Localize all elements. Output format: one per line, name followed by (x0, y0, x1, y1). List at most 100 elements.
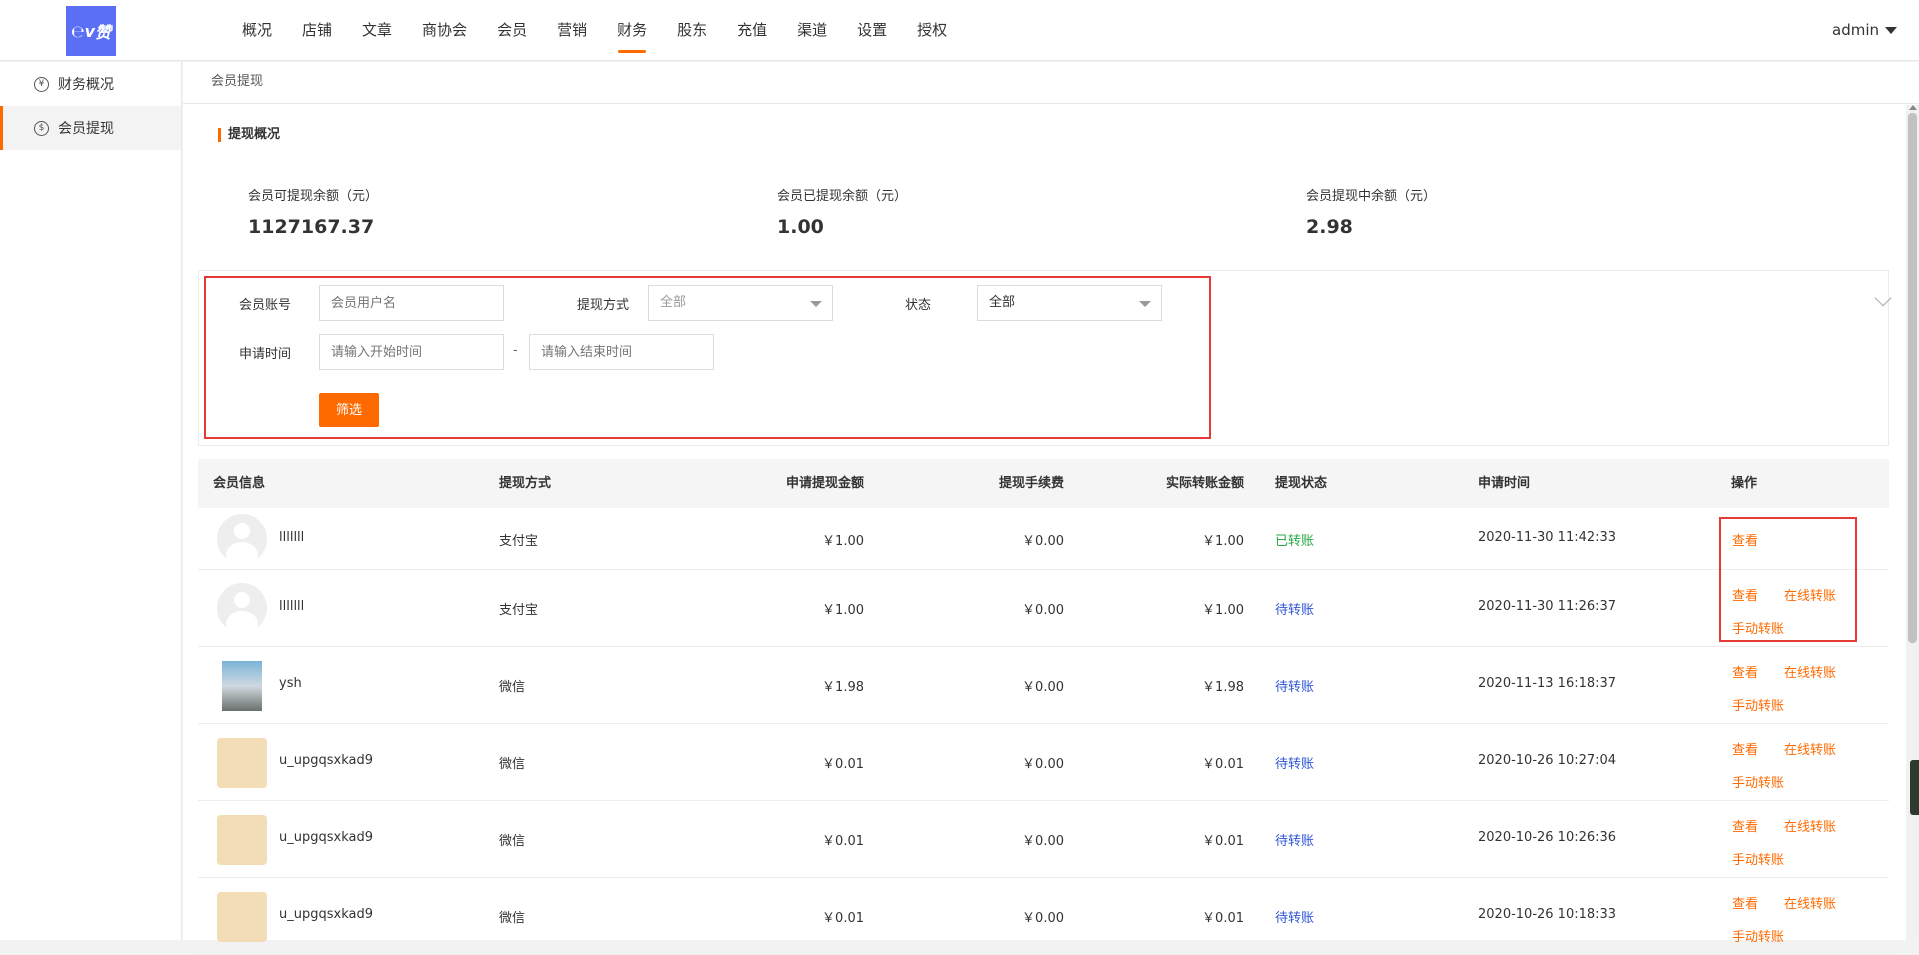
stat-pending: 会员提现中余额（元） 2.98 (1306, 185, 1436, 238)
nav-authorization[interactable]: 授权 (902, 0, 962, 61)
main-content: 会员提现 提现概况 会员可提现余额（元） 1127167.37 会员已提现余额（… (183, 62, 1919, 955)
avatar (217, 892, 267, 942)
col-status: 提现状态 (1275, 476, 1328, 491)
table-row: u_upgqsxkad9 微信 ￥0.01 ￥0.00 ￥0.01 待转账 20… (198, 801, 1889, 878)
chevron-down-icon (1139, 301, 1151, 307)
member-name: u_upgqsxkad9 (279, 753, 373, 768)
nav-channel[interactable]: 渠道 (782, 0, 842, 61)
nav-recharge[interactable]: 充值 (722, 0, 782, 61)
apply-amount: ￥0.01 (822, 834, 864, 849)
nav-store[interactable]: 店铺 (287, 0, 347, 61)
withdraw-method: 支付宝 (499, 603, 539, 618)
user-menu[interactable]: admin (1832, 0, 1897, 61)
caret-down-icon (1885, 27, 1897, 34)
table-row: lllllll 支付宝 ￥1.00 ￥0.00 ￥1.00 待转账 2020-1… (198, 570, 1889, 647)
method-label: 提现方式 (576, 298, 629, 313)
scroll-thumb[interactable] (1908, 113, 1917, 643)
member-name: u_upgqsxkad9 (279, 830, 373, 845)
method-select[interactable]: 全部 (648, 285, 833, 321)
apply-time: 2020-10-26 10:18:33 (1478, 907, 1617, 922)
actual-amount: ￥1.98 (1202, 680, 1244, 695)
col-actions: 操作 (1731, 476, 1758, 491)
side-widget-tab[interactable] (1910, 760, 1919, 815)
stat-available: 会员可提现余额（元） 1127167.37 (248, 185, 378, 238)
nav-association[interactable]: 商协会 (407, 0, 482, 61)
apply-amount: ￥0.01 (822, 911, 864, 926)
col-actual: 实际转账金额 (1165, 476, 1244, 491)
fee: ￥0.00 (1022, 603, 1064, 618)
sidebar-item-label: 财务概况 (58, 77, 114, 93)
section-title: 提现概况 (218, 128, 280, 142)
stat-label: 会员提现中余额（元） (1306, 189, 1437, 204)
status-badge: 待转账 (1275, 757, 1315, 772)
online-transfer-link[interactable]: 在线转账 (1784, 893, 1836, 912)
member-name: u_upgqsxkad9 (279, 907, 373, 922)
account-input[interactable] (319, 285, 504, 321)
avatar (217, 583, 267, 633)
start-time-input[interactable] (319, 334, 504, 370)
apply-time: 2020-10-26 10:27:04 (1478, 753, 1617, 768)
table-header: 会员信息 提现方式 申请提现金额 提现手续费 实际转账金额 提现状态 申请时间 … (198, 459, 1889, 508)
col-time: 申请时间 (1478, 476, 1531, 491)
sidebar-item-finance-overview[interactable]: ¥ 财务概况 (0, 62, 181, 106)
yen-circle-icon: ¥ (34, 76, 49, 92)
nav-marketing[interactable]: 营销 (542, 0, 602, 61)
breadcrumb: 会员提现 (183, 62, 1919, 104)
view-link[interactable]: 查看 (1732, 739, 1758, 758)
stat-withdrawn: 会员已提现余额（元） 1.00 (777, 185, 907, 238)
apply-time: 2020-11-30 11:42:33 (1478, 530, 1617, 545)
actual-amount: ￥0.01 (1202, 911, 1244, 926)
status-select[interactable]: 全部 (977, 285, 1162, 321)
stat-value: 2.98 (1306, 216, 1353, 238)
table-row: u_upgqsxkad9 微信 ￥0.01 ￥0.00 ￥0.01 待转账 20… (198, 724, 1889, 801)
online-transfer-link[interactable]: 在线转账 (1784, 816, 1836, 835)
withdraw-method: 微信 (499, 680, 526, 695)
time-label: 申请时间 (238, 347, 291, 362)
online-transfer-link[interactable]: 在线转账 (1784, 662, 1836, 681)
online-transfer-link[interactable]: 在线转账 (1784, 739, 1836, 758)
stat-label: 会员已提现余额（元） (777, 189, 908, 204)
account-label: 会员账号 (238, 298, 291, 313)
manual-transfer-link[interactable]: 手动转账 (1732, 849, 1784, 868)
nav-shareholder[interactable]: 股东 (662, 0, 722, 61)
fee: ￥0.00 (1022, 757, 1064, 772)
user-name: admin (1832, 21, 1879, 39)
end-time-input[interactable] (529, 334, 714, 370)
apply-time: 2020-10-26 10:26:36 (1478, 830, 1617, 845)
withdraw-method: 微信 (499, 911, 526, 926)
top-bar: ℮v 赞 概况 店铺 文章 商协会 会员 营销 财务 股东 充值 渠道 设置 授权… (0, 0, 1919, 61)
apply-amount: ￥0.01 (822, 757, 864, 772)
avatar (217, 738, 267, 788)
apply-amount: ￥1.00 (822, 534, 864, 549)
view-link[interactable]: 查看 (1732, 816, 1758, 835)
manual-transfer-link[interactable]: 手动转账 (1732, 926, 1784, 945)
manual-transfer-link[interactable]: 手动转账 (1732, 695, 1784, 714)
actual-amount: ￥0.01 (1202, 757, 1244, 772)
scroll-up-icon[interactable] (1909, 105, 1917, 110)
nav-overview[interactable]: 概况 (227, 0, 287, 61)
manual-transfer-link[interactable]: 手动转账 (1732, 772, 1784, 791)
stat-value: 1127167.37 (248, 216, 375, 238)
apply-time: 2020-11-13 16:18:37 (1478, 676, 1617, 691)
filter-button[interactable]: 筛选 (319, 393, 379, 427)
view-link[interactable]: 查看 (1732, 893, 1758, 912)
actual-amount: ￥1.00 (1202, 603, 1244, 618)
avatar (217, 815, 267, 865)
member-name: lllllll (279, 599, 305, 614)
app-logo[interactable]: ℮v 赞 (66, 6, 116, 56)
nav-finance[interactable]: 财务 (602, 0, 662, 61)
sidebar-item-member-withdraw[interactable]: $ 会员提现 (0, 106, 181, 150)
nav-member[interactable]: 会员 (482, 0, 542, 61)
nav-settings[interactable]: 设置 (842, 0, 902, 61)
stat-label: 会员可提现余额（元） (248, 189, 379, 204)
view-link[interactable]: 查看 (1732, 662, 1758, 681)
status-badge: 待转账 (1275, 603, 1315, 618)
col-method: 提现方式 (499, 476, 552, 491)
table-row: ysh 微信 ￥1.98 ￥0.00 ￥1.98 待转账 2020-11-13 … (198, 647, 1889, 724)
actual-amount: ￥0.01 (1202, 834, 1244, 849)
actual-amount: ￥1.00 (1202, 534, 1244, 549)
table-row: u_upgqsxkad9 微信 ￥0.01 ￥0.00 ￥0.01 待转账 20… (198, 878, 1889, 955)
nav-article[interactable]: 文章 (347, 0, 407, 61)
sidebar-item-label: 会员提现 (58, 121, 114, 137)
table-row: lllllll 支付宝 ￥1.00 ￥0.00 ￥1.00 已转账 2020-1… (198, 508, 1889, 570)
